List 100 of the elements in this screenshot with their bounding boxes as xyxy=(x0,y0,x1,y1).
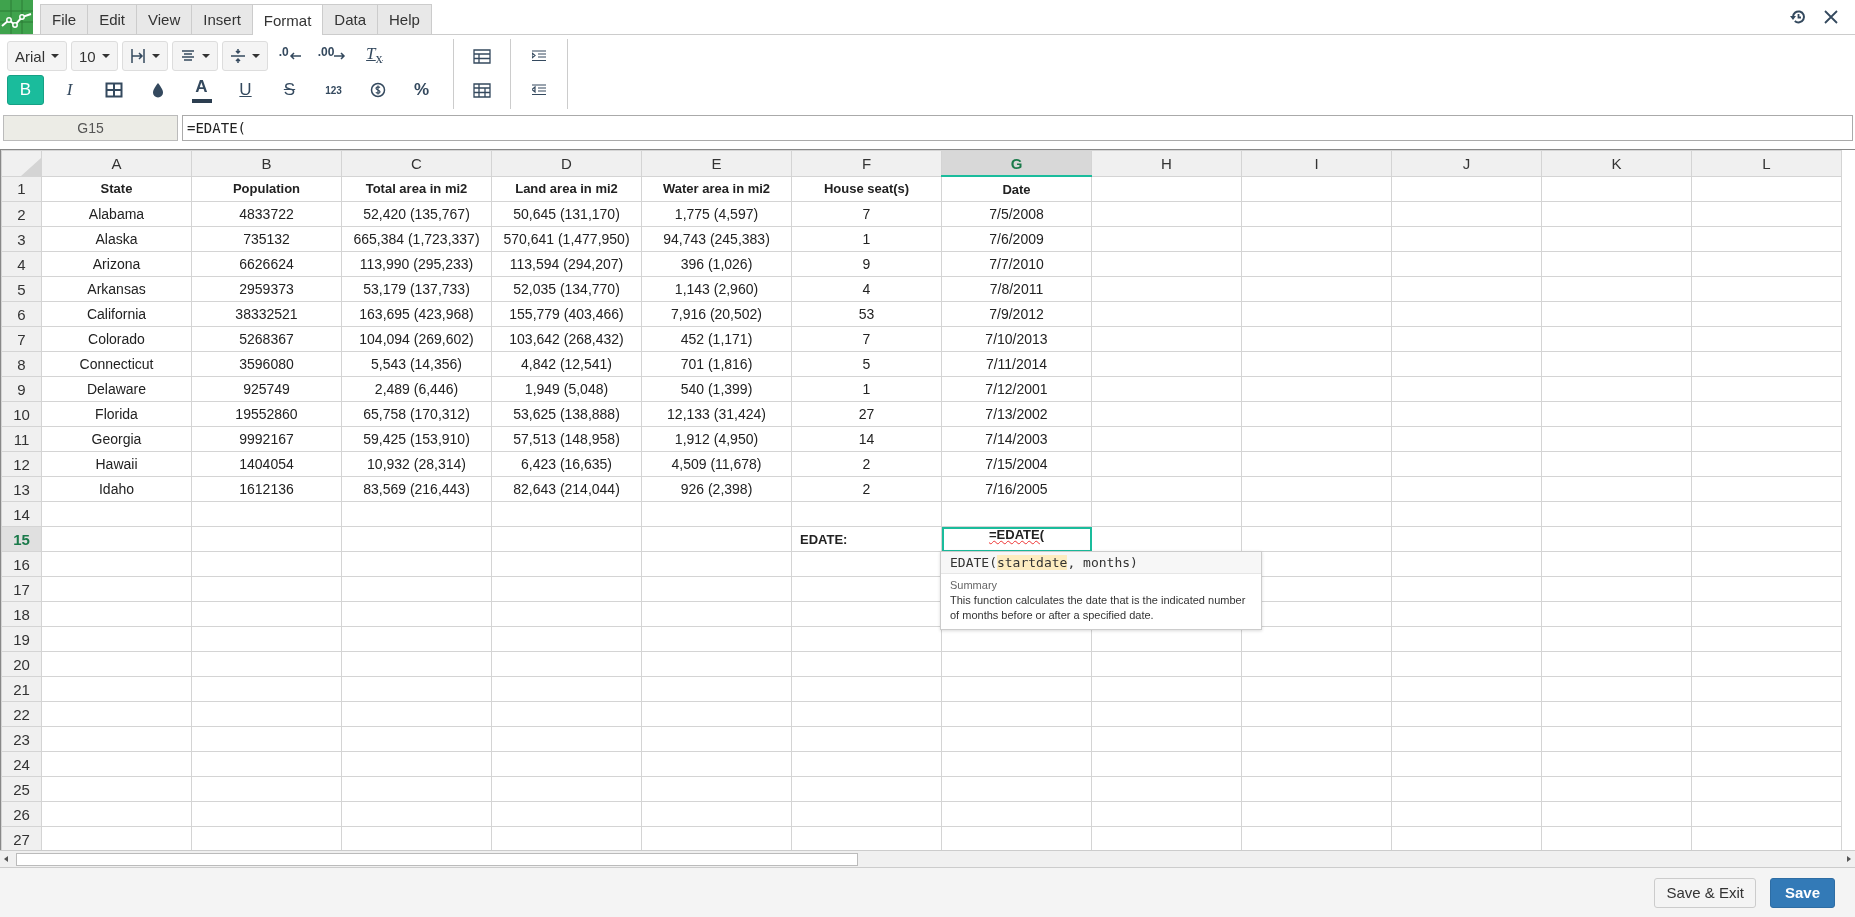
formula-input[interactable]: =EDATE( xyxy=(182,115,1853,141)
column-header[interactable]: L xyxy=(1691,150,1842,176)
table-cell: 1,775 (4,597) xyxy=(674,206,759,222)
table-cell: 7/9/2012 xyxy=(989,306,1044,322)
table-cell: 926 (2,398) xyxy=(680,481,753,497)
row-header[interactable]: 2 xyxy=(1,201,42,227)
column-header[interactable]: H xyxy=(1091,150,1242,176)
font-dropdown[interactable]: Arial xyxy=(7,41,67,71)
outdent-icon xyxy=(532,84,546,96)
table-cell: Georgia xyxy=(91,431,142,447)
increase-decimal-button[interactable]: .00 xyxy=(311,41,353,71)
row-header[interactable]: 13 xyxy=(1,476,42,502)
table-cell: 19552860 xyxy=(235,406,298,422)
row-header[interactable]: 23 xyxy=(1,726,42,752)
table-cell: 94,743 (245,383) xyxy=(663,231,770,247)
menu-tab[interactable]: Help xyxy=(378,4,432,34)
row-header[interactable]: 26 xyxy=(1,801,42,827)
row-header[interactable]: 12 xyxy=(1,451,42,477)
align-dropdown[interactable] xyxy=(121,41,168,71)
horizontal-scrollbar[interactable] xyxy=(0,850,1855,868)
row-header[interactable]: 7 xyxy=(1,326,42,352)
table-cell: 5,543 (14,356) xyxy=(370,356,463,372)
column-header[interactable]: J xyxy=(1391,150,1542,176)
table-cell: 7 xyxy=(862,331,871,347)
table-cell: 7/12/2001 xyxy=(985,381,1048,397)
row-header[interactable]: 24 xyxy=(1,751,42,777)
row-header[interactable]: 17 xyxy=(1,576,42,602)
table-cell: Colorado xyxy=(88,331,145,347)
decrease-decimal-button[interactable]: .0 xyxy=(271,41,308,71)
text-align-dropdown[interactable] xyxy=(171,41,218,71)
column-header[interactable]: B xyxy=(191,150,342,176)
format-button[interactable]: U xyxy=(227,75,264,105)
name-box[interactable]: G15 xyxy=(3,115,178,141)
table-cell: 540 (1,399) xyxy=(680,381,753,397)
row-header[interactable]: 22 xyxy=(1,701,42,727)
table-cell: Population xyxy=(232,181,301,197)
font-size-dropdown[interactable]: 10 xyxy=(71,41,118,71)
table-cell: 4,842 (12,541) xyxy=(520,356,613,372)
menu-tab[interactable]: Edit xyxy=(88,4,138,34)
close-icon[interactable] xyxy=(1823,9,1839,25)
clear-formatting-button[interactable]: T$_{x}$ xyxy=(356,41,393,71)
table-cell: Alabama xyxy=(88,206,145,222)
format-button[interactable]: % xyxy=(403,75,440,105)
row-header[interactable]: 21 xyxy=(1,676,42,702)
table-cell: 10,932 (28,314) xyxy=(367,456,466,472)
column-header[interactable]: D xyxy=(491,150,642,176)
table-cell: 9992167 xyxy=(239,431,294,447)
table-cell: 7/5/2008 xyxy=(989,206,1044,222)
table-cell: 83,569 (216,443) xyxy=(363,481,470,497)
row-header[interactable]: 18 xyxy=(1,601,42,627)
column-header[interactable]: I xyxy=(1241,150,1392,176)
format-button[interactable]: S xyxy=(271,75,308,105)
menu-tab[interactable]: File xyxy=(40,4,89,34)
format-button[interactable]: 123 xyxy=(315,75,352,105)
menu-tab[interactable]: Insert xyxy=(192,4,253,34)
row-header[interactable]: 14 xyxy=(1,501,42,527)
row-header[interactable]: 11 xyxy=(1,426,42,452)
table-cell: 82,643 (214,044) xyxy=(513,481,620,497)
column-header[interactable]: G xyxy=(941,150,1092,176)
column-header[interactable]: K xyxy=(1541,150,1692,176)
history-icon[interactable] xyxy=(1789,8,1807,26)
table-cell: Connecticut xyxy=(79,356,154,372)
table-cell: 4,509 (11,678) xyxy=(671,456,762,472)
table-cell: Date xyxy=(1002,181,1031,197)
column-header[interactable]: A xyxy=(41,150,192,176)
row-header[interactable]: 15 xyxy=(1,526,42,552)
format-button[interactable]: A xyxy=(183,75,220,105)
column-header[interactable]: F xyxy=(791,150,942,176)
row-header[interactable]: 19 xyxy=(1,626,42,652)
row-header[interactable]: 3 xyxy=(1,226,42,252)
save-exit-button[interactable]: Save & Exit xyxy=(1654,877,1756,908)
row-header[interactable]: 25 xyxy=(1,776,42,802)
row-header[interactable]: 4 xyxy=(1,251,42,277)
table-cell: 9 xyxy=(862,256,871,272)
menu-tab[interactable]: View xyxy=(137,4,193,34)
save-button[interactable]: Save xyxy=(1769,877,1835,908)
column-header[interactable]: E xyxy=(641,150,792,176)
row-header[interactable]: 27 xyxy=(1,826,42,850)
menu-tab[interactable]: Data xyxy=(323,4,378,34)
table-cell: 7/10/2013 xyxy=(985,331,1048,347)
column-header[interactable]: C xyxy=(341,150,492,176)
table-cell: 701 (1,816) xyxy=(680,356,753,372)
format-button[interactable]: I xyxy=(51,75,88,105)
summary-heading: Summary xyxy=(950,579,999,591)
table-cell: 2959373 xyxy=(239,281,294,297)
table-cell: 7/13/2002 xyxy=(985,406,1048,422)
table-cell: 38332521 xyxy=(235,306,298,322)
row-header[interactable]: 5 xyxy=(1,276,42,302)
table-cell: House seat(s) xyxy=(823,181,910,197)
row-header[interactable]: 10 xyxy=(1,401,42,427)
dollar-icon xyxy=(369,82,386,98)
row-header[interactable]: 9 xyxy=(1,376,42,402)
row-header[interactable]: 16 xyxy=(1,551,42,577)
row-header[interactable]: 20 xyxy=(1,651,42,677)
row-header[interactable]: 8 xyxy=(1,351,42,377)
table-cell: 4833722 xyxy=(239,206,294,222)
vertical-align-dropdown[interactable] xyxy=(221,41,268,71)
row-header[interactable]: 1 xyxy=(1,176,42,202)
menu-tab[interactable]: Format xyxy=(252,4,324,35)
row-header[interactable]: 6 xyxy=(1,301,42,327)
